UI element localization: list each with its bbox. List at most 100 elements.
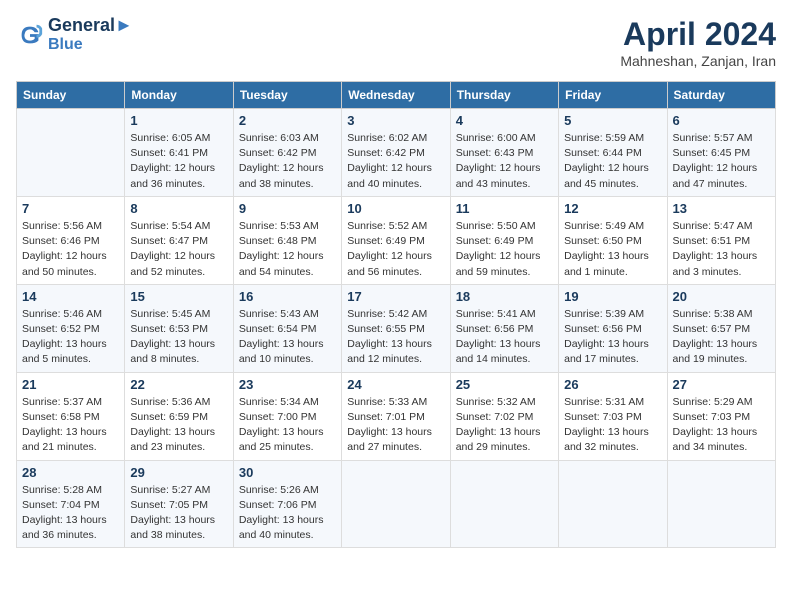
day-number: 1 [130, 113, 227, 128]
day-number: 21 [22, 377, 119, 392]
day-number: 16 [239, 289, 336, 304]
day-cell: 18 Sunrise: 5:41 AMSunset: 6:56 PMDayligh… [450, 284, 558, 372]
day-cell [667, 460, 775, 548]
day-cell: 19Sunrise: 5:39 AMSunset: 6:56 PMDayligh… [559, 284, 667, 372]
header-cell-thursday: Thursday [450, 82, 558, 109]
day-cell: 30 Sunrise: 5:26 AMSunset: 7:06 PMDayligh… [233, 460, 341, 548]
day-cell: 22 Sunrise: 5:36 AMSunset: 6:59 PMDayligh… [125, 372, 233, 460]
day-info: Sunrise: 6:02 AMSunset: 6:42 PMDaylight:… [347, 131, 444, 192]
week-row-5: 28Sunrise: 5:28 AMSunset: 7:04 PMDayligh… [17, 460, 776, 548]
day-number: 7 [22, 201, 119, 216]
day-cell: 2 Sunrise: 6:03 AMSunset: 6:42 PMDaylight… [233, 109, 341, 197]
day-cell [450, 460, 558, 548]
day-number: 11 [456, 201, 553, 216]
day-cell: 16 Sunrise: 5:43 AMSunset: 6:54 PMDayligh… [233, 284, 341, 372]
day-info: Sunrise: 5:32 AMSunset: 7:02 PMDaylight:… [456, 395, 553, 456]
day-number: 2 [239, 113, 336, 128]
day-cell: 14 Sunrise: 5:46 AMSunset: 6:52 PMDayligh… [17, 284, 125, 372]
day-cell [559, 460, 667, 548]
calendar-table: SundayMondayTuesdayWednesdayThursdayFrid… [16, 81, 776, 548]
day-info: Sunrise: 5:43 AMSunset: 6:54 PMDaylight:… [239, 307, 336, 368]
day-info: Sunrise: 5:36 AMSunset: 6:59 PMDaylight:… [130, 395, 227, 456]
day-number: 8 [130, 201, 227, 216]
day-number: 25 [456, 377, 553, 392]
day-number: 9 [239, 201, 336, 216]
day-number: 4 [456, 113, 553, 128]
day-number: 15 [130, 289, 227, 304]
day-info: Sunrise: 6:03 AMSunset: 6:42 PMDaylight:… [239, 131, 336, 192]
day-number: 28 [22, 465, 119, 480]
day-info: Sunrise: 5:57 AMSunset: 6:45 PMDaylight:… [673, 131, 770, 192]
day-number: 20 [673, 289, 770, 304]
week-row-2: 7 Sunrise: 5:56 AMSunset: 6:46 PMDaylight… [17, 196, 776, 284]
day-info: Sunrise: 5:29 AMSunset: 7:03 PMDaylight:… [673, 395, 770, 456]
day-cell: 11 Sunrise: 5:50 AMSunset: 6:49 PMDayligh… [450, 196, 558, 284]
day-cell [342, 460, 450, 548]
week-row-3: 14 Sunrise: 5:46 AMSunset: 6:52 PMDayligh… [17, 284, 776, 372]
day-number: 12 [564, 201, 661, 216]
day-number: 6 [673, 113, 770, 128]
day-cell: 3 Sunrise: 6:02 AMSunset: 6:42 PMDaylight… [342, 109, 450, 197]
day-info: Sunrise: 5:31 AMSunset: 7:03 PMDaylight:… [564, 395, 661, 456]
header-cell-wednesday: Wednesday [342, 82, 450, 109]
day-info: Sunrise: 5:52 AMSunset: 6:49 PMDaylight:… [347, 219, 444, 280]
day-info: Sunrise: 5:49 AMSunset: 6:50 PMDaylight:… [564, 219, 661, 280]
day-number: 26 [564, 377, 661, 392]
day-cell: 27 Sunrise: 5:29 AMSunset: 7:03 PMDayligh… [667, 372, 775, 460]
day-number: 30 [239, 465, 336, 480]
day-cell: 17Sunrise: 5:42 AMSunset: 6:55 PMDayligh… [342, 284, 450, 372]
day-cell: 20Sunrise: 5:38 AMSunset: 6:57 PMDayligh… [667, 284, 775, 372]
day-info: Sunrise: 6:05 AMSunset: 6:41 PMDaylight:… [130, 131, 227, 192]
day-info: Sunrise: 5:46 AMSunset: 6:52 PMDaylight:… [22, 307, 119, 368]
day-info: Sunrise: 5:26 AMSunset: 7:06 PMDaylight:… [239, 483, 336, 544]
header-cell-friday: Friday [559, 82, 667, 109]
day-cell: 5 Sunrise: 5:59 AMSunset: 6:44 PMDaylight… [559, 109, 667, 197]
day-info: Sunrise: 5:39 AMSunset: 6:56 PMDaylight:… [564, 307, 661, 368]
day-cell: 26 Sunrise: 5:31 AMSunset: 7:03 PMDayligh… [559, 372, 667, 460]
day-info: Sunrise: 5:45 AMSunset: 6:53 PMDaylight:… [130, 307, 227, 368]
logo-subname: Blue [48, 36, 133, 54]
day-info: Sunrise: 6:00 AMSunset: 6:43 PMDaylight:… [456, 131, 553, 192]
day-cell: 23 Sunrise: 5:34 AMSunset: 7:00 PMDayligh… [233, 372, 341, 460]
location: Mahneshan, Zanjan, Iran [620, 53, 776, 69]
day-number: 3 [347, 113, 444, 128]
day-cell: 24Sunrise: 5:33 AMSunset: 7:01 PMDayligh… [342, 372, 450, 460]
day-info: Sunrise: 5:47 AMSunset: 6:51 PMDaylight:… [673, 219, 770, 280]
day-cell: 15 Sunrise: 5:45 AMSunset: 6:53 PMDayligh… [125, 284, 233, 372]
logo: General► Blue [16, 16, 133, 53]
day-number: 10 [347, 201, 444, 216]
day-info: Sunrise: 5:50 AMSunset: 6:49 PMDaylight:… [456, 219, 553, 280]
day-number: 27 [673, 377, 770, 392]
day-number: 18 [456, 289, 553, 304]
day-info: Sunrise: 5:37 AMSunset: 6:58 PMDaylight:… [22, 395, 119, 456]
day-cell: 29 Sunrise: 5:27 AMSunset: 7:05 PMDayligh… [125, 460, 233, 548]
day-number: 5 [564, 113, 661, 128]
day-cell: 4 Sunrise: 6:00 AMSunset: 6:43 PMDaylight… [450, 109, 558, 197]
day-cell [17, 109, 125, 197]
day-info: Sunrise: 5:54 AMSunset: 6:47 PMDaylight:… [130, 219, 227, 280]
day-info: Sunrise: 5:34 AMSunset: 7:00 PMDaylight:… [239, 395, 336, 456]
day-number: 13 [673, 201, 770, 216]
day-number: 22 [130, 377, 227, 392]
day-cell: 8 Sunrise: 5:54 AMSunset: 6:47 PMDaylight… [125, 196, 233, 284]
day-info: Sunrise: 5:41 AMSunset: 6:56 PMDaylight:… [456, 307, 553, 368]
day-cell: 9 Sunrise: 5:53 AMSunset: 6:48 PMDaylight… [233, 196, 341, 284]
day-number: 23 [239, 377, 336, 392]
week-row-4: 21 Sunrise: 5:37 AMSunset: 6:58 PMDayligh… [17, 372, 776, 460]
day-cell: 21 Sunrise: 5:37 AMSunset: 6:58 PMDayligh… [17, 372, 125, 460]
day-number: 14 [22, 289, 119, 304]
logo-icon [16, 21, 44, 49]
title-block: April 2024 Mahneshan, Zanjan, Iran [620, 16, 776, 69]
day-cell: 13 Sunrise: 5:47 AMSunset: 6:51 PMDayligh… [667, 196, 775, 284]
day-info: Sunrise: 5:27 AMSunset: 7:05 PMDaylight:… [130, 483, 227, 544]
day-info: Sunrise: 5:56 AMSunset: 6:46 PMDaylight:… [22, 219, 119, 280]
day-info: Sunrise: 5:33 AMSunset: 7:01 PMDaylight:… [347, 395, 444, 456]
day-info: Sunrise: 5:59 AMSunset: 6:44 PMDaylight:… [564, 131, 661, 192]
day-cell: 10 Sunrise: 5:52 AMSunset: 6:49 PMDayligh… [342, 196, 450, 284]
day-info: Sunrise: 5:53 AMSunset: 6:48 PMDaylight:… [239, 219, 336, 280]
day-number: 29 [130, 465, 227, 480]
week-row-1: 1 Sunrise: 6:05 AMSunset: 6:41 PMDaylight… [17, 109, 776, 197]
page-header: General► Blue April 2024 Mahneshan, Zanj… [16, 16, 776, 69]
header-cell-sunday: Sunday [17, 82, 125, 109]
header-cell-monday: Monday [125, 82, 233, 109]
